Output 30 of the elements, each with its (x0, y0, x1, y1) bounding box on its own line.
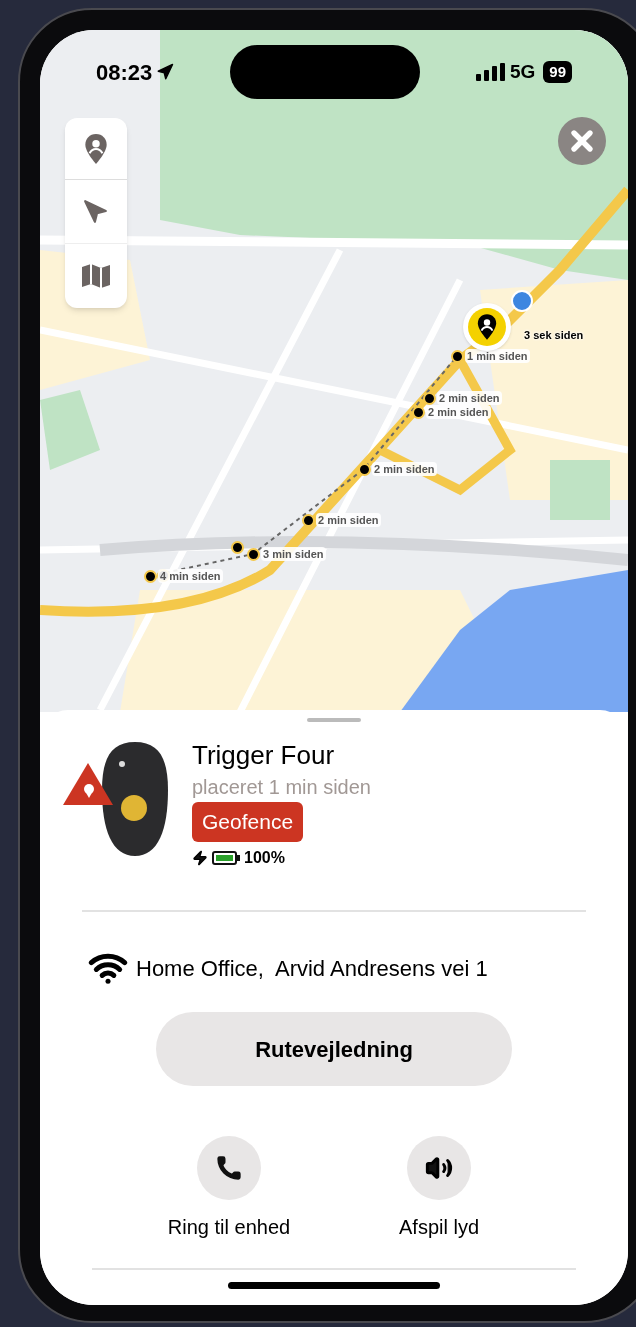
network-label: 5G (509, 59, 536, 84)
geofence-badge: Geofence (192, 802, 304, 842)
trail-time-label: 2 min siden (316, 513, 381, 527)
geofence-warning-icon (62, 762, 114, 806)
battery-indicator: 99 (543, 61, 572, 83)
device-name: Trigger Four (192, 739, 335, 772)
location-address: Home Office, Arvid Andresens vei 1 (136, 954, 488, 983)
trail-time-label: 3 min siden (261, 547, 326, 561)
device-action-button[interactable]: Ring til enhed (154, 1136, 304, 1242)
person-pin-icon (83, 132, 109, 165)
status-time: 08:23 (96, 58, 153, 87)
navigation-arrow-icon (83, 198, 109, 225)
signal-icon (475, 63, 506, 81)
trail-time-label: 2 min siden (426, 405, 491, 419)
device-action-button[interactable]: Afspil lyd (364, 1136, 514, 1242)
trail-time-label: 4 min siden (158, 569, 223, 583)
battery-icon (212, 851, 240, 865)
current-time-label: 3 sek siden (524, 328, 584, 343)
sheet-handle (307, 718, 361, 722)
map-icon (81, 263, 111, 289)
phone-icon (215, 1154, 243, 1182)
trail-time-label: 1 min siden (465, 349, 530, 363)
route-guidance-button[interactable]: Rutevejledning (156, 1012, 512, 1086)
trail-time-label: 2 min siden (437, 391, 502, 405)
trail-time-label: 2 min siden (372, 462, 437, 476)
pin-icon (476, 313, 498, 341)
battery-percentage: 100% (244, 848, 285, 868)
speaker-icon (425, 1154, 453, 1182)
location-time: placeret 1 min siden (192, 775, 371, 800)
location-arrow-icon (156, 63, 175, 81)
